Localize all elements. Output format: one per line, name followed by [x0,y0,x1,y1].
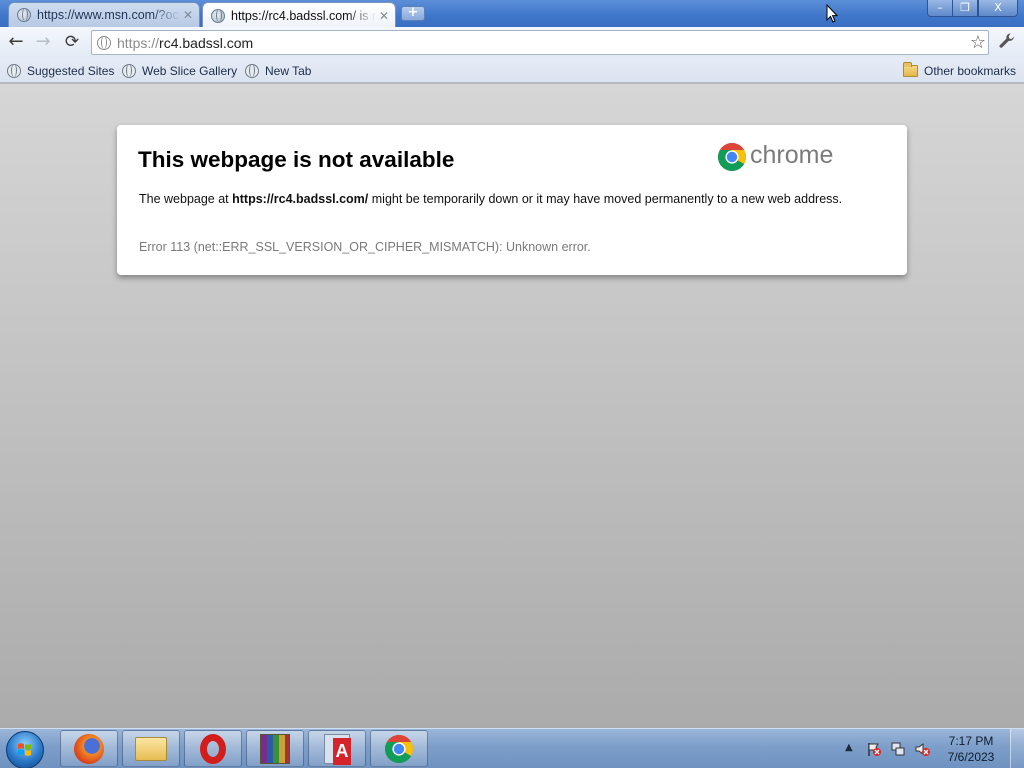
bookmark-star-icon[interactable]: ☆ [970,32,986,54]
bookmark-label: Suggested Sites [27,63,115,78]
wrench-menu-button[interactable] [997,32,1017,52]
adobe-icon: A [324,733,351,765]
bookmarks-bar: Suggested Sites Web Slice Gallery New Ta… [0,58,1024,83]
firefox-icon [74,733,104,764]
tab-title: https://www.msn.com/?ocid= [37,8,180,22]
clock-time[interactable]: 7:17 PM [946,734,996,748]
action-center-flag-icon[interactable] [866,741,882,757]
bookmark-suggested-sites[interactable]: Suggested Sites [7,62,114,79]
taskbar-firefox[interactable] [60,730,118,767]
forward-button[interactable]: → [32,31,54,53]
reload-button[interactable]: ⟳ [61,31,83,53]
network-icon[interactable] [890,741,906,757]
chrome-icon [385,734,413,763]
globe-icon [211,8,225,23]
tab-msn[interactable]: https://www.msn.com/?ocid= ✕ [8,2,200,27]
globe-icon [97,35,111,50]
minimize-button[interactable]: – [927,0,953,17]
tab-rc4-badssl[interactable]: https://rc4.badssl.com/ is not available… [202,2,396,28]
chrome-wordmark: chrome [750,141,834,169]
taskbar-file-explorer[interactable] [122,730,180,767]
globe-icon [7,63,21,78]
close-window-button[interactable]: X [978,0,1018,17]
bookmark-new-tab[interactable]: New Tab [245,62,311,79]
desc-suffix: might be temporarily down or it may have… [368,192,843,206]
taskbar-adobe[interactable]: A [308,730,366,767]
restore-button[interactable]: ❐ [952,0,978,17]
mouse-cursor-icon [826,4,838,23]
bookmark-web-slice-gallery[interactable]: Web Slice Gallery [122,62,237,79]
start-button[interactable] [6,731,44,768]
windows-logo-icon [18,743,31,756]
error-panel: This webpage is not available chrome The… [117,125,907,275]
taskbar: A ▲ 7:17 PM 7/6/2023 [0,728,1024,768]
taskbar-opera[interactable] [184,730,242,767]
bookmark-label: Other bookmarks [924,63,1017,78]
show-hidden-icons-button[interactable]: ▲ [845,742,853,753]
desc-url: https://rc4.badssl.com/ [232,192,369,206]
title-bar: https://www.msn.com/?ocid= ✕ https://rc4… [0,0,1024,28]
folder-icon [903,61,918,77]
clock-date[interactable]: 7/6/2023 [944,750,998,764]
toolbar: ← → ⟳ https://rc4.badssl.com ☆ [0,27,1024,58]
tab-title: https://rc4.badssl.com/ is not available [231,8,376,23]
page-content: This webpage is not available chrome The… [0,84,1024,728]
error-code: Error 113 (net::ERR_SSL_VERSION_OR_CIPHE… [139,240,591,254]
error-description: The webpage at https://rc4.badssl.com/ m… [139,192,842,206]
error-title: This webpage is not available [138,147,455,172]
address-bar[interactable]: https://rc4.badssl.com ☆ [91,30,989,55]
volume-muted-icon[interactable] [914,741,930,757]
url-scheme: https:// [117,34,160,51]
file-explorer-icon [135,736,167,761]
bookmark-label: New Tab [265,63,312,78]
taskbar-winrar[interactable] [246,730,304,767]
globe-icon [17,8,31,22]
bookmark-label: Web Slice Gallery [142,63,238,78]
close-icon[interactable]: ✕ [183,9,193,21]
wrench-icon [999,33,1014,48]
opera-icon [200,733,226,764]
back-button[interactable]: ← [5,31,27,53]
globe-icon [122,63,136,78]
new-tab-button[interactable]: + [401,6,425,21]
chrome-logo-icon [718,143,746,171]
close-icon[interactable]: ✕ [379,10,389,22]
other-bookmarks[interactable]: Other bookmarks [903,61,1017,79]
desc-prefix: The webpage at [139,192,233,206]
url-host: rc4.badssl.com [159,34,254,51]
show-desktop-button[interactable] [1010,729,1024,768]
globe-icon [245,63,259,78]
winrar-icon [260,733,290,764]
taskbar-chrome[interactable] [370,730,428,767]
